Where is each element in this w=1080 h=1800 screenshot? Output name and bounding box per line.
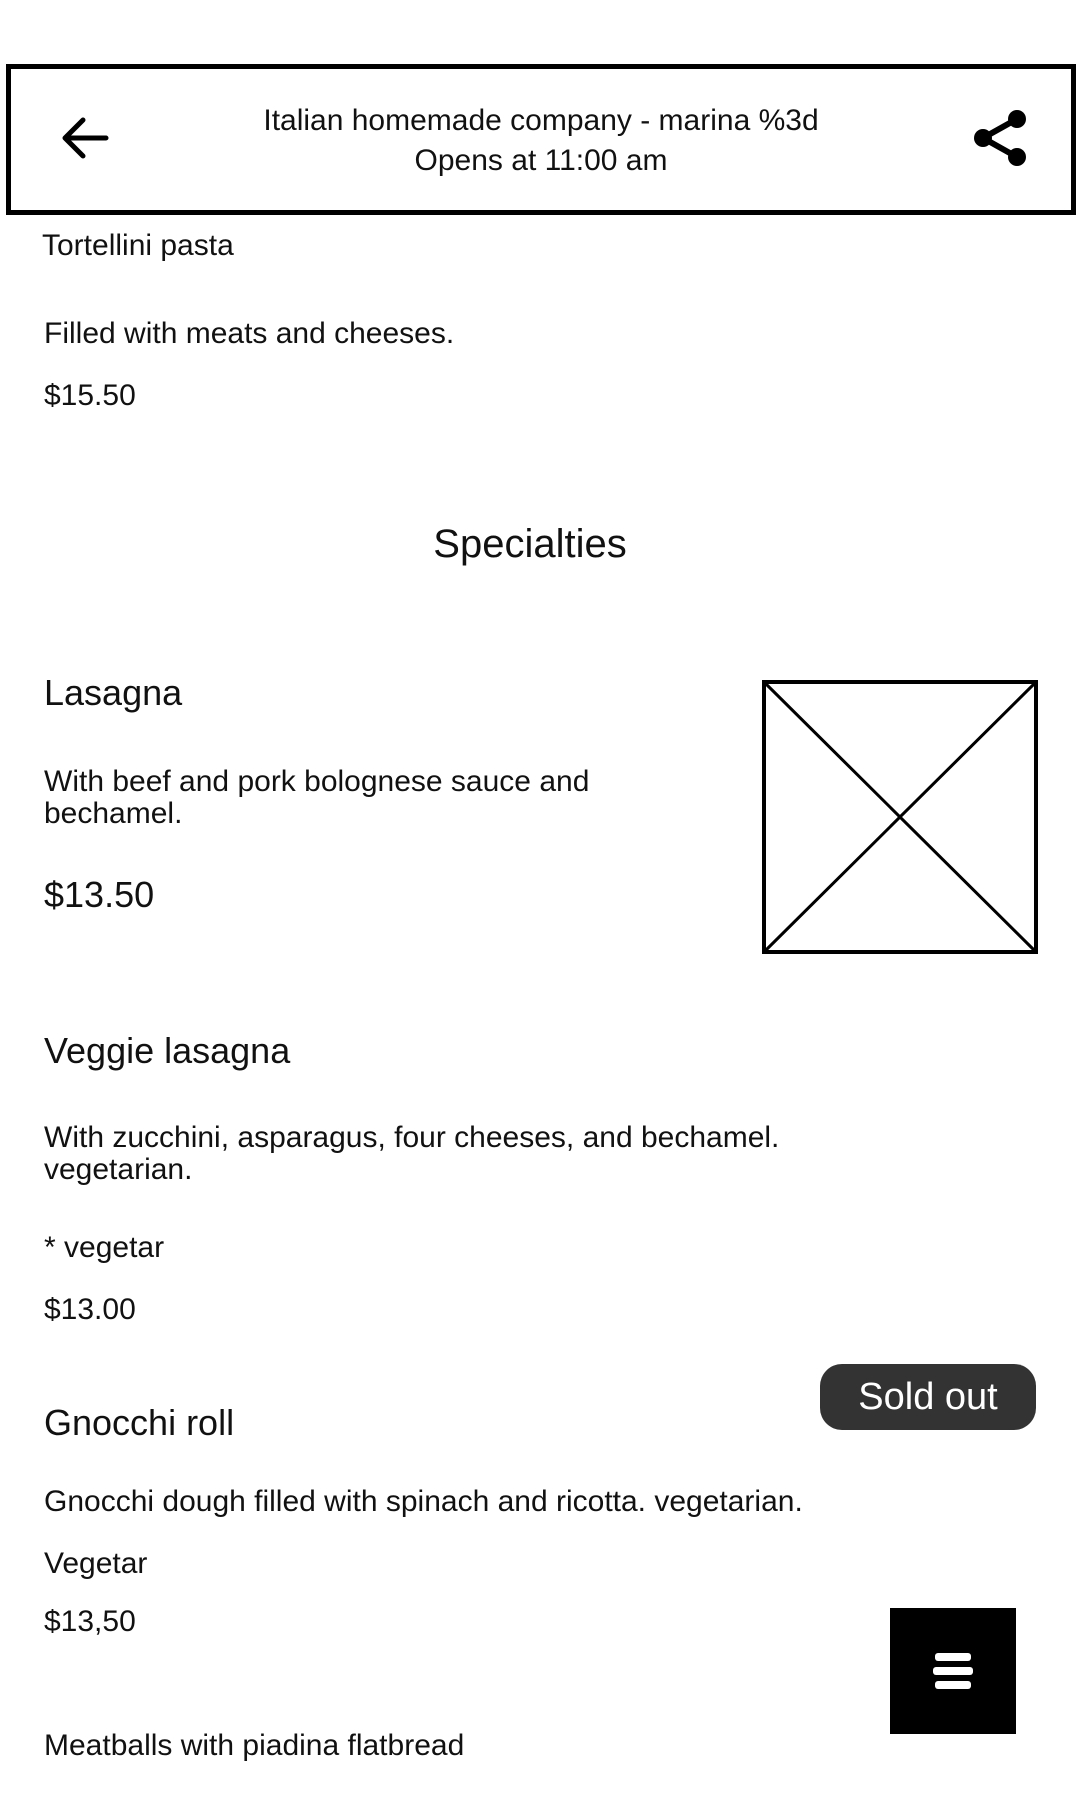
item-description-lasagna: With beef and pork bolognese sauce and b…	[44, 765, 590, 830]
sold-out-badge: Sold out	[820, 1364, 1036, 1430]
header-text: Italian homemade company - marina %3d Op…	[171, 101, 911, 181]
header-bar: Italian homemade company - marina %3d Op…	[6, 64, 1076, 215]
share-button[interactable]	[965, 103, 1035, 173]
item-description-gnocchi-roll: Gnocchi dough filled with spinach and ri…	[44, 1485, 803, 1518]
menu-button[interactable]	[890, 1608, 1016, 1734]
item-price-tortellini: $15.50	[44, 379, 136, 412]
item-name-tortellini: Tortellini pasta	[42, 229, 234, 262]
item-price-veggie-lasagna: $13.00	[44, 1293, 136, 1326]
item-tag-veggie-lasagna: * vegetar	[44, 1231, 165, 1264]
item-name-gnocchi-roll[interactable]: Gnocchi roll	[44, 1402, 234, 1444]
menu-icon	[933, 1653, 973, 1689]
restaurant-name: Italian homemade company - marina %3d	[263, 104, 819, 137]
item-description-tortellini: Filled with meats and cheeses.	[44, 317, 455, 350]
arrow-left-icon	[62, 117, 109, 159]
item-description-veggie-lasagna: With zucchini, asparagus, four cheeses, …	[44, 1121, 780, 1186]
section-title: Specialties	[433, 522, 627, 566]
opening-time: Opens at 11:00 am	[414, 144, 668, 177]
menu-page: Italian homemade company - marina %3d Op…	[0, 0, 1080, 1800]
back-button[interactable]	[51, 105, 117, 171]
share-icon	[974, 110, 1026, 166]
image-placeholder	[762, 680, 1038, 954]
item-name-lasagna[interactable]: Lasagna	[44, 672, 182, 714]
item-tag-gnocchi-roll: Vegetar	[44, 1547, 148, 1580]
item-name-meatballs[interactable]: Meatballs with piadina flatbread	[44, 1728, 464, 1764]
item-price-lasagna: $13.50	[44, 874, 155, 915]
item-name-veggie-lasagna[interactable]: Veggie lasagna	[44, 1030, 290, 1072]
item-price-gnocchi-roll: $13,50	[44, 1605, 136, 1638]
